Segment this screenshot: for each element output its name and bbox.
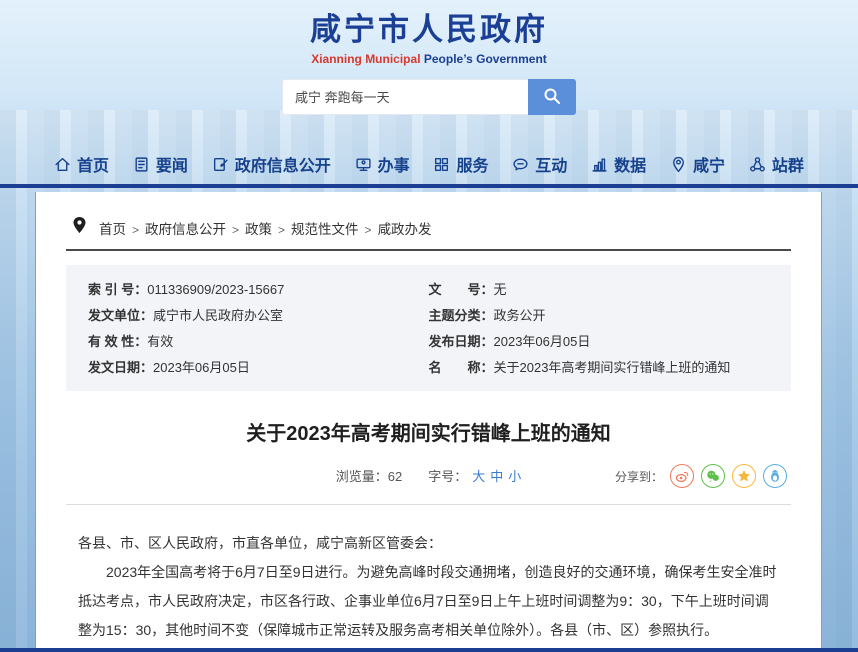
meta-col-left: 索 引 号：011336909/2023-15667发文单位：咸宁市人民政府办公… [88, 277, 429, 381]
nav-label: 互动 [535, 152, 567, 176]
wechat-icon[interactable] [701, 464, 725, 488]
breadcrumb-separator: > [132, 223, 139, 237]
meta-value: 关于2023年高考期间实行错峰上班的通知 [494, 360, 731, 375]
content-box: 首页 > 政府信息公开 > 政策 > 规范性文件 > 咸政办发 索 引 号：011336909/… [35, 192, 822, 652]
home-icon [54, 156, 71, 173]
meta-value: 011336909/2023-15667 [147, 282, 284, 297]
meta-value: 2023年06月05日 [153, 360, 250, 375]
chat-icon [512, 156, 529, 173]
breadcrumb-item[interactable]: 规范性文件 [291, 222, 359, 237]
breadcrumb-item[interactable]: 首页 [99, 222, 126, 237]
breadcrumb-item[interactable]: 政策 [245, 222, 272, 237]
meta-row: 有 效 性：有效 [88, 329, 429, 355]
network-icon [749, 156, 766, 173]
meta-value: 2023年06月05日 [494, 334, 591, 349]
meta-row: 主题分类：政务公开 [429, 303, 770, 329]
breadcrumb-item[interactable]: 咸政办发 [378, 222, 432, 237]
article-body: 各县、市、区人民政府，市直各单位，咸宁高新区管委会：2023年全国高考将于6月7… [66, 505, 791, 652]
views-label: 浏览量： [336, 469, 388, 484]
meta-value: 有效 [147, 334, 173, 349]
article-title: 关于2023年高考期间实行错峰上班的通知 [66, 417, 791, 446]
meta-row: 发文单位：咸宁市人民政府办公室 [88, 303, 429, 329]
news-icon [133, 156, 150, 173]
breadcrumb-separator: > [232, 223, 239, 237]
meta-label: 文 号： [429, 282, 494, 297]
article-meta-row: 浏览量：62字号：大中小 分享到： [66, 466, 791, 492]
meta-value: 咸宁市人民政府办公室 [153, 308, 283, 323]
qzone-star-icon[interactable] [732, 464, 756, 488]
breadcrumb-trail: 首页 > 政府信息公开 > 政策 > 规范性文件 > 咸政办发 [99, 218, 432, 238]
search-bar [282, 79, 576, 115]
fontsize-option-小[interactable]: 小 [508, 469, 521, 484]
search-icon [542, 86, 562, 109]
nav-label: 咸宁 [693, 152, 725, 176]
qq-icon[interactable] [763, 464, 787, 488]
fontsize-label: 字号： [428, 469, 467, 484]
meta-label: 发文日期： [88, 360, 153, 375]
share-label: 分享到： [615, 468, 663, 485]
nav-label: 数据 [614, 152, 646, 176]
nav-item-6[interactable]: 互动 [512, 152, 567, 176]
meta-row: 索 引 号：011336909/2023-15667 [88, 277, 429, 303]
meta-label: 发文单位： [88, 308, 153, 323]
share-icons [670, 464, 787, 488]
nav-item-7[interactable]: 数据 [591, 152, 646, 176]
pin-icon [72, 216, 87, 239]
fontsize-options: 大中小 [467, 469, 521, 484]
meta-row: 发布日期：2023年06月05日 [429, 329, 770, 355]
meta-value: 政务公开 [494, 308, 546, 323]
main-nav: 首页 要闻 政府信息公开 办事 服务 互动 数据 咸宁 站群 [0, 150, 858, 188]
breadcrumb: 首页 > 政府信息公开 > 政策 > 规范性文件 > 咸政办发 [66, 192, 791, 251]
site-subtitle-red: Xianning Municipal [311, 52, 420, 66]
site-header: 咸宁市人民政府 Xianning Municipal People’s Gove… [0, 4, 858, 66]
share-box: 分享到： [615, 464, 787, 488]
disclosure-icon [212, 156, 229, 173]
search-input[interactable] [282, 79, 528, 115]
meta-label: 名 称： [429, 360, 494, 375]
nav-item-8[interactable]: 咸宁 [670, 152, 725, 176]
meta-label: 有 效 性： [88, 334, 147, 349]
breadcrumb-item[interactable]: 政府信息公开 [145, 222, 226, 237]
article-paragraph: 各县、市、区人民政府，市直各单位，咸宁高新区管委会： [78, 529, 779, 558]
nav-label: 站群 [772, 152, 804, 176]
weibo-icon[interactable] [670, 464, 694, 488]
nav-item-5[interactable]: 服务 [433, 152, 488, 176]
site-subtitle-blue: People’s Government [424, 52, 547, 66]
meta-label: 主题分类： [429, 308, 494, 323]
document-meta: 索 引 号：011336909/2023-15667发文单位：咸宁市人民政府办公… [66, 265, 791, 391]
search-button[interactable] [528, 79, 576, 115]
meta-label: 发布日期： [429, 334, 494, 349]
breadcrumb-separator: > [365, 223, 372, 237]
meta-row: 文 号：无 [429, 277, 770, 303]
nav-label: 办事 [378, 152, 410, 176]
nav-label: 首页 [77, 152, 109, 176]
meta-col-right: 文 号：无主题分类：政务公开发布日期：2023年06月05日名 称：关于2023… [429, 277, 770, 381]
bar-chart-icon [591, 156, 608, 173]
monitor-icon [355, 156, 372, 173]
meta-label: 索 引 号： [88, 282, 147, 297]
site-title: 咸宁市人民政府 [0, 4, 858, 49]
location-icon [670, 156, 687, 173]
breadcrumb-separator: > [278, 223, 285, 237]
meta-row: 名 称：关于2023年高考期间实行错峰上班的通知 [429, 355, 770, 381]
meta-value: 无 [494, 282, 507, 297]
fontsize-option-大[interactable]: 大 [472, 469, 485, 484]
site-subtitle: Xianning Municipal People’s Government [0, 52, 858, 66]
nav-label: 服务 [456, 152, 488, 176]
nav-item-1[interactable]: 首页 [54, 152, 109, 176]
fontsize-option-中[interactable]: 中 [490, 469, 503, 484]
footer-bar [0, 648, 858, 652]
nav-label: 要闻 [156, 152, 188, 176]
views-count: 62 [388, 469, 402, 484]
meta-row: 发文日期：2023年06月05日 [88, 355, 429, 381]
nav-item-3[interactable]: 政府信息公开 [212, 152, 331, 176]
nav-item-4[interactable]: 办事 [355, 152, 410, 176]
grid-icon [433, 156, 450, 173]
nav-label: 政府信息公开 [235, 152, 331, 176]
nav-item-9[interactable]: 站群 [749, 152, 804, 176]
article-paragraph: 2023年全国高考将于6月7日至9日进行。为避免高峰时段交通拥堵，创造良好的交通… [78, 558, 779, 645]
nav-item-2[interactable]: 要闻 [133, 152, 188, 176]
